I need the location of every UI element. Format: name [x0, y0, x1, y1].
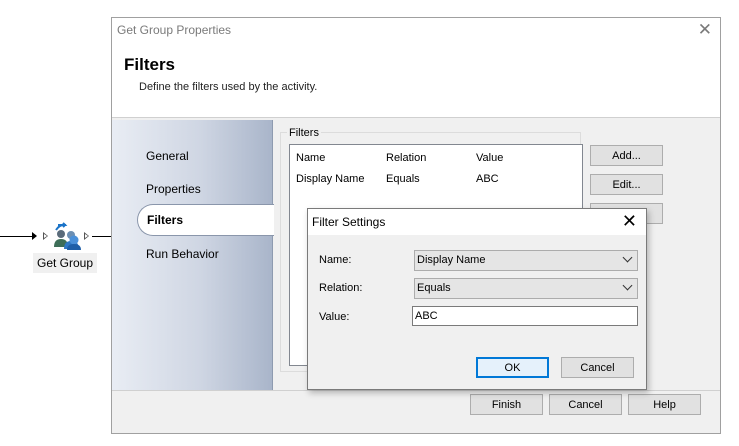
relation-dropdown-value: Equals	[417, 282, 451, 294]
value-input[interactable]: ABC	[412, 306, 638, 326]
finish-button[interactable]: Finish	[470, 394, 543, 415]
activity-label[interactable]: Get Group	[33, 253, 97, 273]
table-row-value[interactable]: ABC	[476, 173, 499, 185]
table-row-name[interactable]: Display Name	[296, 173, 364, 185]
chevron-down-icon	[622, 280, 633, 291]
outgoing-connector	[92, 236, 111, 237]
chevron-down-icon	[622, 252, 633, 263]
page-heading: Filters	[124, 55, 176, 74]
filter-settings-title: Filter Settings	[312, 215, 386, 229]
table-row-relation[interactable]: Equals	[386, 173, 420, 185]
add-button[interactable]: Add...	[590, 145, 663, 166]
sidebar-item-general[interactable]: General	[146, 149, 189, 163]
page-subtitle: Define the filters used by the activity.	[139, 81, 318, 93]
sidebar-item-filters[interactable]: Filters	[137, 204, 274, 236]
help-button[interactable]: Help	[628, 394, 701, 415]
sidebar-item-properties[interactable]: Properties	[146, 182, 201, 196]
column-header-relation[interactable]: Relation	[386, 152, 426, 164]
ok-button[interactable]: OK	[476, 357, 549, 378]
column-header-value[interactable]: Value	[476, 152, 503, 164]
filter-settings-dialog: Filter Settings ✕ Name: Display Name Rel…	[307, 208, 647, 390]
popup-cancel-button[interactable]: Cancel	[561, 357, 634, 378]
sidebar-item-run-behavior[interactable]: Run Behavior	[146, 247, 219, 261]
footer-divider	[112, 390, 720, 391]
name-dropdown[interactable]: Display Name	[414, 250, 638, 271]
close-icon[interactable]: ✕	[698, 20, 712, 40]
filters-group-label: Filters	[287, 127, 321, 139]
filter-settings-header: Filter Settings ✕	[308, 209, 646, 235]
relation-label: Relation:	[319, 282, 363, 294]
name-dropdown-value: Display Name	[417, 254, 486, 266]
value-label: Value:	[319, 311, 350, 323]
sidebar-nav: General Properties Filters Run Behavior	[112, 120, 274, 390]
group-users-icon[interactable]	[52, 221, 82, 251]
edit-button[interactable]: Edit...	[590, 174, 663, 195]
close-icon[interactable]: ✕	[622, 210, 637, 232]
input-port-arrow	[32, 232, 37, 240]
column-header-name[interactable]: Name	[296, 152, 325, 164]
dialog-title: Get Group Properties	[117, 23, 232, 37]
output-port[interactable]	[84, 232, 89, 240]
relation-dropdown[interactable]: Equals	[414, 278, 638, 299]
input-port[interactable]	[43, 232, 48, 240]
dialog-header: Get Group Properties ✕ Filters Define th…	[112, 18, 720, 118]
incoming-connector	[0, 236, 33, 237]
name-label: Name:	[319, 254, 352, 266]
cancel-button[interactable]: Cancel	[549, 394, 622, 415]
